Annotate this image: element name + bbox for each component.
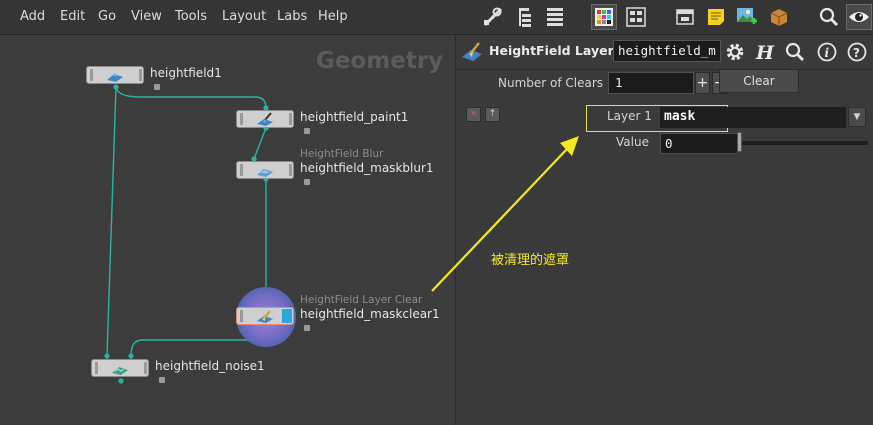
menu-tools[interactable]: Tools: [175, 0, 207, 34]
node-type-label: HeightField Blur: [300, 148, 384, 160]
annotation-text: 被清理的遮罩: [491, 253, 570, 268]
background-image-icon[interactable]: [734, 4, 760, 30]
parameter-pane: HeightField Layer... heightfield_m H i ?…: [455, 35, 873, 425]
display-flag[interactable]: [282, 309, 292, 323]
network-box-icon[interactable]: [672, 4, 698, 30]
layer-1-field[interactable]: mask: [660, 107, 846, 128]
wire-heightfield1-to-paint1: [115, 86, 267, 109]
node-name-field[interactable]: heightfield_m: [613, 40, 721, 62]
wire-paint1-to-maskblur1: [253, 127, 267, 160]
lock-icon: [304, 179, 310, 185]
value-label: Value: [616, 135, 649, 149]
node-name: heightfield_maskclear1: [300, 307, 440, 321]
parameter-header: HeightField Layer... heightfield_m H i ?: [456, 35, 873, 70]
node-body[interactable]: [91, 359, 149, 377]
noise-icon: [112, 367, 128, 375]
subnet-box-icon[interactable]: [766, 4, 792, 30]
lock-icon: [159, 377, 165, 383]
tree-view-icon[interactable]: [511, 4, 537, 30]
node-body[interactable]: [236, 161, 294, 179]
tools-icon[interactable]: [480, 4, 506, 30]
shape-palette-icon[interactable]: [623, 4, 649, 30]
info-icon[interactable]: i: [815, 40, 839, 64]
lock-icon: [154, 84, 160, 90]
search-icon[interactable]: [783, 40, 807, 64]
help-icon[interactable]: ?: [845, 40, 869, 64]
menu-layout[interactable]: Layout: [222, 0, 266, 34]
node-name: heightfield_noise1: [155, 359, 265, 373]
remove-instance-icon[interactable]: ✕: [466, 107, 481, 122]
value-field[interactable]: 0: [660, 133, 738, 154]
visibility-eye-icon[interactable]: [846, 4, 872, 30]
gear-icon[interactable]: [723, 40, 747, 64]
node-type-icon: [460, 40, 484, 64]
layer-clear-icon: [257, 310, 273, 323]
color-palette-icon[interactable]: [591, 4, 617, 30]
svg-text:i: i: [825, 46, 830, 60]
node-body[interactable]: [86, 66, 144, 84]
menu-go[interactable]: Go: [98, 0, 116, 34]
node-type-label: HeightField Layer Clear: [300, 294, 423, 306]
search-icon[interactable]: [816, 4, 842, 30]
houdini-help-icon[interactable]: H: [753, 40, 777, 64]
add-clear-button[interactable]: +: [695, 72, 710, 94]
node-body[interactable]: [236, 307, 294, 325]
node-name: heightfield_paint1: [300, 110, 409, 124]
blur-icon: [257, 169, 273, 177]
list-view-icon[interactable]: [542, 4, 568, 30]
value-slider-handle[interactable]: [737, 132, 742, 152]
menu-labs[interactable]: Labs: [277, 0, 307, 34]
wire-heightfield1-to-noise1: [106, 86, 117, 357]
menu-help[interactable]: Help: [318, 0, 348, 34]
menu-view[interactable]: View: [131, 0, 162, 34]
heightfield-icon: [107, 73, 123, 82]
network-editor[interactable]: Geometry heightfield1 heightfield_paint1…: [0, 35, 454, 425]
menu-bar: Add Edit Go View Tools Layout Labs Help: [0, 0, 873, 35]
paint-brush-icon: [257, 112, 273, 126]
menu-edit[interactable]: Edit: [60, 0, 85, 34]
layer-1-label: Layer 1: [607, 109, 652, 123]
node-body[interactable]: [236, 110, 294, 128]
node-type-label: HeightField Layer...: [489, 43, 627, 58]
clear-button[interactable]: Clear: [719, 69, 799, 93]
node-name: heightfield1: [150, 66, 222, 80]
layer-dropdown-button[interactable]: ▼: [848, 107, 866, 127]
number-of-clears-field[interactable]: 1: [608, 72, 694, 94]
lock-icon: [304, 325, 310, 331]
node-name: heightfield_maskblur1: [300, 161, 434, 175]
svg-text:H: H: [755, 42, 775, 63]
value-slider-track[interactable]: [740, 141, 868, 145]
insert-instance-icon[interactable]: ⇡: [485, 107, 500, 122]
number-of-clears-label: Number of Clears: [498, 76, 604, 90]
menu-add[interactable]: Add: [20, 0, 45, 34]
lock-icon: [304, 128, 310, 134]
sticky-note-icon[interactable]: [703, 4, 729, 30]
svg-text:?: ?: [853, 46, 860, 60]
